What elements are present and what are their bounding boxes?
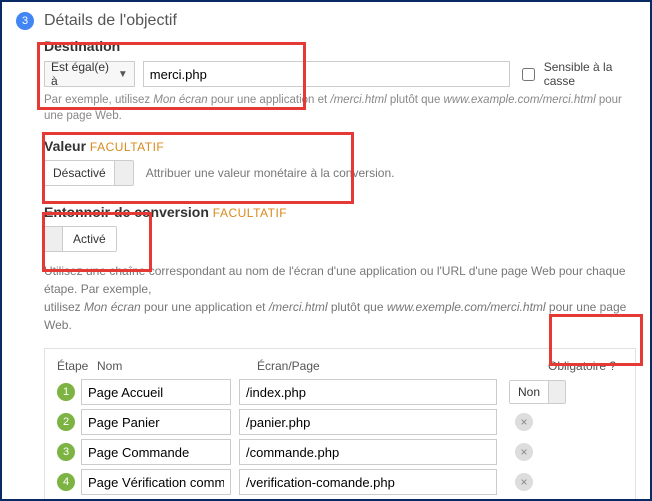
step-name-input[interactable]: [81, 439, 231, 465]
step-badge: 4: [57, 473, 75, 491]
destination-label: Destination: [44, 38, 636, 54]
header-step: Étape: [57, 359, 97, 373]
table-row: 2 ×: [57, 409, 623, 435]
destination-section: Destination Est égal(e) à ▼ Sensible à l…: [44, 38, 636, 124]
funnel-optional-tag: FACULTATIF: [213, 206, 287, 220]
step-badge: 2: [57, 413, 75, 431]
table-row: 3 ×: [57, 439, 623, 465]
funnel-toggle[interactable]: Activé: [44, 226, 117, 252]
delete-step-icon[interactable]: ×: [515, 473, 533, 491]
header-obligatoire: Obligatoire ?: [522, 359, 623, 373]
toggle-knob: [115, 161, 133, 185]
step-page-input[interactable]: [239, 469, 497, 495]
step-page-input[interactable]: [239, 409, 497, 435]
step-name-input[interactable]: [81, 379, 231, 405]
value-toggle[interactable]: Désactivé: [44, 160, 134, 186]
case-sensitive-checkbox[interactable]: [522, 68, 535, 81]
section-title: Détails de l'objectif: [44, 12, 177, 30]
step-badge: 3: [57, 443, 75, 461]
funnel-label: Entonnoir de conversion: [44, 204, 209, 220]
header-nom: Nom: [97, 359, 257, 373]
step-badge: 1: [57, 383, 75, 401]
value-section: Valeur FACULTATIF Désactivé Attribuer un…: [44, 138, 636, 186]
chevron-down-icon: ▼: [118, 69, 128, 80]
table-row: 4 ×: [57, 469, 623, 495]
step-name-input[interactable]: [81, 469, 231, 495]
value-optional-tag: FACULTATIF: [90, 140, 164, 154]
match-type-label: Est égal(e) à: [51, 60, 112, 88]
header-page: Écran/Page: [257, 359, 522, 373]
funnel-toggle-label: Activé: [63, 227, 116, 251]
value-description: Attribuer une valeur monétaire à la conv…: [146, 166, 395, 180]
required-toggle[interactable]: Non: [509, 380, 566, 404]
delete-step-icon[interactable]: ×: [515, 443, 533, 461]
match-type-select[interactable]: Est égal(e) à ▼: [44, 61, 135, 87]
case-sensitive-label: Sensible à la casse: [544, 60, 636, 88]
step-page-input[interactable]: [239, 379, 497, 405]
destination-input[interactable]: [143, 61, 510, 87]
step-number-badge: 3: [16, 12, 34, 30]
value-label: Valeur: [44, 138, 86, 154]
toggle-knob: [45, 227, 63, 251]
step-page-input[interactable]: [239, 439, 497, 465]
step-name-input[interactable]: [81, 409, 231, 435]
delete-step-icon[interactable]: ×: [515, 413, 533, 431]
funnel-steps-box: Étape Nom Écran/Page Obligatoire ? 1 Non: [44, 348, 636, 501]
table-row: 1 Non: [57, 379, 623, 405]
funnel-section: Entonnoir de conversion FACULTATIF Activ…: [44, 204, 636, 501]
destination-hint: Par exemple, utilisez Mon écran pour une…: [44, 92, 636, 124]
value-toggle-label: Désactivé: [45, 161, 115, 185]
funnel-description: Utilisez une chaîne correspondant au nom…: [44, 262, 636, 334]
